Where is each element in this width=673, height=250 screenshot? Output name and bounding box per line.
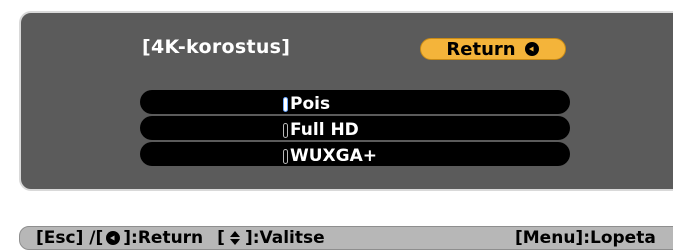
radio-icon (283, 148, 288, 164)
footer-menu-text: [Menu]:Lopeta (515, 228, 656, 248)
footer-return-text: ]:Return (123, 228, 204, 248)
radio-icon (283, 122, 288, 138)
footer-left: [Esc] /[ ]:Return [ ]:Valitse (36, 228, 325, 248)
radio-selected-icon (283, 96, 288, 112)
enter-icon (524, 41, 540, 57)
option-labels: Pois Full HD WUXGA+ (283, 91, 483, 169)
footer-select-text: ]:Valitse (244, 228, 325, 248)
enter-icon (105, 230, 121, 246)
option-full-hd[interactable]: Full HD (283, 117, 483, 143)
option-wuxga[interactable]: WUXGA+ (283, 143, 483, 169)
option-label: WUXGA+ (290, 146, 378, 166)
option-label: Full HD (290, 120, 359, 140)
dialog-title: [4K-korostus] (142, 36, 291, 58)
option-pois[interactable]: Pois (283, 91, 483, 117)
footer-esc-text: [Esc] /[ (36, 228, 104, 248)
key-help-bar: [Esc] /[ ]:Return [ ]:Valitse [Menu]:Lop… (19, 226, 673, 250)
return-button-label: Return (446, 38, 516, 60)
up-down-icon (227, 230, 243, 246)
footer-select-open: [ (217, 228, 225, 248)
option-label: Pois (290, 94, 331, 114)
return-button[interactable]: Return (420, 38, 566, 60)
